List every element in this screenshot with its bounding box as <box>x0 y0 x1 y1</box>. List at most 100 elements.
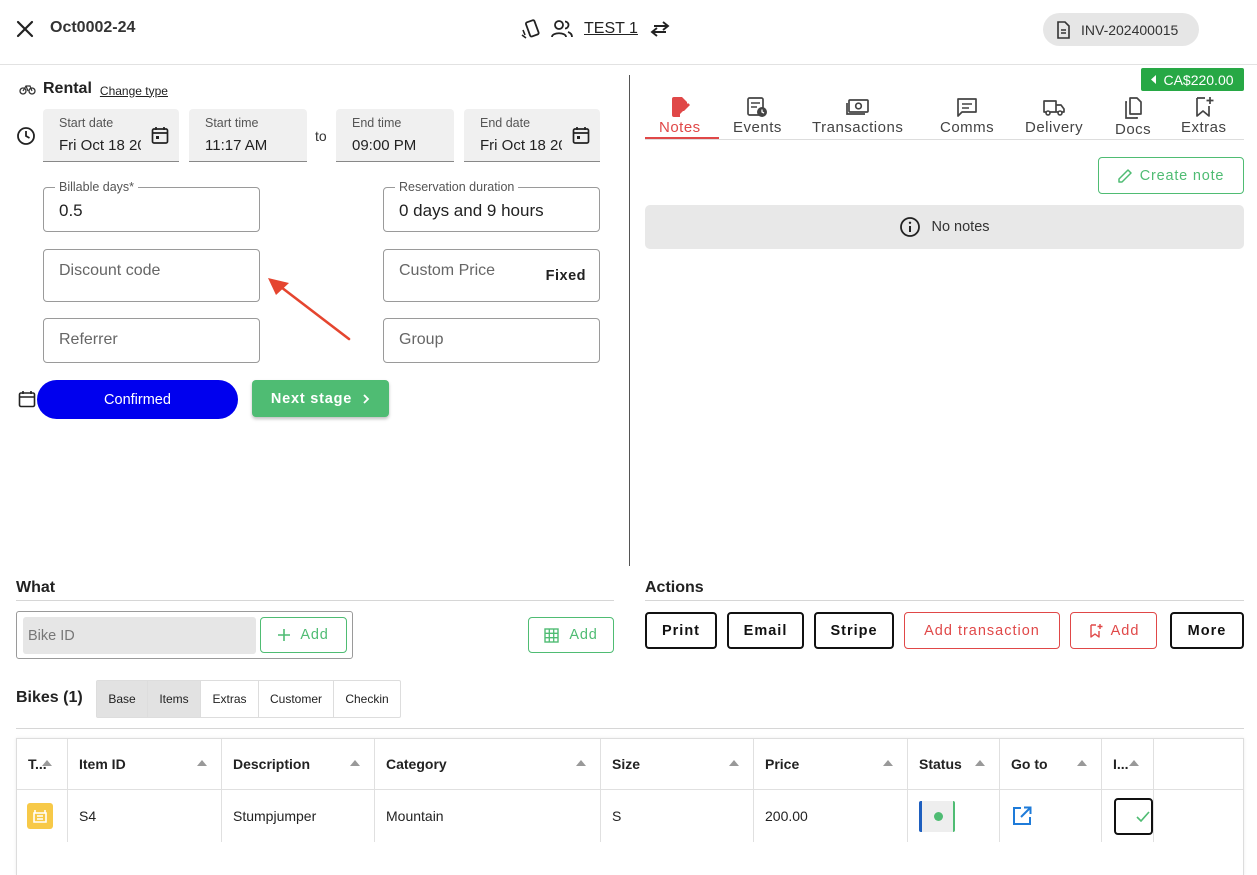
tab-extras[interactable]: Extras <box>1181 96 1227 136</box>
start-date-field[interactable]: Start date Fri Oct 18 2024 <box>43 109 179 162</box>
tab-notes-label: Notes <box>659 119 701 136</box>
tab-delivery[interactable]: Delivery <box>1025 96 1083 136</box>
referrer-placeholder: Referrer <box>59 331 118 348</box>
next-stage-label: Next stage <box>270 390 353 407</box>
bookmark-plus-icon <box>1193 96 1215 118</box>
next-stage-button[interactable]: Next stage <box>252 380 389 417</box>
end-time-label: End time <box>352 116 402 130</box>
column-header-category[interactable]: Category <box>375 739 601 789</box>
sort-icon <box>350 760 360 766</box>
cash-icon <box>845 96 870 118</box>
column-header-price[interactable]: Price <box>754 739 908 789</box>
note-edit-icon <box>669 96 691 118</box>
email-button[interactable]: Email <box>727 612 804 649</box>
custom-price-fixed-toggle[interactable]: Fixed <box>546 268 586 284</box>
discount-code-field[interactable]: Discount code <box>43 249 260 302</box>
sort-icon <box>975 760 985 766</box>
calendar-icon[interactable] <box>151 126 169 145</box>
billable-days-value: 0.5 <box>59 201 83 220</box>
end-date-field[interactable]: End date Fri Oct 18 2024 <box>464 109 600 162</box>
column-header-description[interactable]: Description <box>222 739 375 789</box>
column-header-label: Description <box>233 756 311 772</box>
inspection-cell <box>1102 790 1154 842</box>
view-tab-checkin[interactable]: Checkin <box>334 681 400 717</box>
tab-events-label: Events <box>733 119 782 136</box>
referrer-field[interactable]: Referrer <box>43 318 260 363</box>
bikes-title: Bikes (1) <box>16 689 83 706</box>
tab-docs[interactable]: Docs <box>1115 96 1151 138</box>
add-bike-button[interactable]: Add <box>260 617 347 653</box>
bikes-table: T... Item ID Description Category Size P… <box>16 738 1244 875</box>
events-clock-icon <box>746 96 768 118</box>
status-confirmed-button[interactable]: Confirmed <box>37 380 238 419</box>
view-tab-base[interactable]: Base <box>97 681 148 717</box>
stripe-button[interactable]: Stripe <box>814 612 894 649</box>
pencil-icon <box>1117 168 1132 183</box>
actions-title: Actions <box>645 579 704 596</box>
add-transaction-button[interactable]: Add transaction <box>904 612 1060 649</box>
status-toggle[interactable] <box>919 800 955 832</box>
go-to-cell <box>1000 790 1102 842</box>
bike-type-icon <box>27 803 53 829</box>
column-header-inspection[interactable]: I... <box>1102 739 1154 789</box>
open-external-icon[interactable] <box>1012 806 1032 826</box>
close-icon[interactable] <box>14 18 38 40</box>
billable-days-field[interactable]: Billable days* 0.5 <box>43 180 260 232</box>
column-header-size[interactable]: Size <box>601 739 754 789</box>
billable-days-label: Billable days* <box>55 180 139 194</box>
column-header-label: Status <box>919 756 962 772</box>
tab-notes[interactable]: Notes <box>659 96 701 136</box>
end-date-label: End date <box>480 116 531 130</box>
sort-icon <box>729 760 739 766</box>
what-title: What <box>16 579 56 596</box>
change-type-link[interactable]: Change type <box>100 84 168 98</box>
column-header-type[interactable]: T... <box>17 739 68 789</box>
bike-id-input[interactable]: Bike ID <box>23 617 256 654</box>
view-tab-customer[interactable]: Customer <box>259 681 334 717</box>
info-icon <box>899 216 921 238</box>
size-cell: S <box>601 790 754 842</box>
end-time-field[interactable]: End time 09:00 PM <box>336 109 454 162</box>
truck-icon <box>1042 96 1066 118</box>
more-button[interactable]: More <box>1170 612 1244 649</box>
column-header-go-to[interactable]: Go to <box>1000 739 1102 789</box>
customer-link[interactable]: TEST 1 <box>584 20 638 38</box>
chat-icon <box>956 96 978 118</box>
add-bookmark-button[interactable]: Add <box>1070 612 1157 649</box>
tab-delivery-label: Delivery <box>1025 119 1084 136</box>
start-time-field[interactable]: Start time 11:17 AM <box>189 109 307 162</box>
sort-icon <box>1077 760 1087 766</box>
view-tab-items[interactable]: Items <box>148 681 201 717</box>
tab-events[interactable]: Events <box>733 96 782 136</box>
tab-comms[interactable]: Comms <box>940 96 994 136</box>
rental-type-label: Rental <box>43 80 92 97</box>
swap-icon[interactable] <box>648 18 672 40</box>
total-price-badge[interactable]: CA$220.00 <box>1141 68 1244 91</box>
create-note-button[interactable]: Create note <box>1098 157 1244 194</box>
custom-price-field[interactable]: Custom Price Fixed <box>383 249 600 302</box>
caret-left-icon <box>1151 75 1157 84</box>
add-bookmark-label: Add <box>1110 622 1140 639</box>
people-icon <box>550 18 574 40</box>
calendar-icon[interactable] <box>572 126 590 145</box>
column-header-status[interactable]: Status <box>908 739 1000 789</box>
item-id-cell: S4 <box>68 790 222 842</box>
invoice-chip[interactable]: INV-202400015 <box>1043 13 1199 46</box>
view-tab-extras[interactable]: Extras <box>201 681 259 717</box>
tab-transactions[interactable]: Transactions <box>812 96 903 136</box>
group-field[interactable]: Group <box>383 318 600 363</box>
add-from-grid-button[interactable]: Add <box>528 617 614 653</box>
no-notes-text: No notes <box>931 219 990 235</box>
column-header-item-id[interactable]: Item ID <box>68 739 222 789</box>
price-cell: 200.00 <box>754 790 908 842</box>
reservation-duration-field[interactable]: Reservation duration 0 days and 9 hours <box>383 180 600 232</box>
reservation-duration-label: Reservation duration <box>395 180 519 194</box>
column-header-label: I... <box>1113 756 1129 772</box>
end-time-value: 09:00 PM <box>352 137 417 154</box>
inspection-checkbox[interactable] <box>1114 797 1153 835</box>
add-from-grid-label: Add <box>569 627 598 643</box>
document-icon <box>1055 20 1071 39</box>
custom-price-placeholder: Custom Price <box>399 262 496 279</box>
phone-rotate-icon[interactable] <box>520 18 544 40</box>
print-button[interactable]: Print <box>645 612 717 649</box>
